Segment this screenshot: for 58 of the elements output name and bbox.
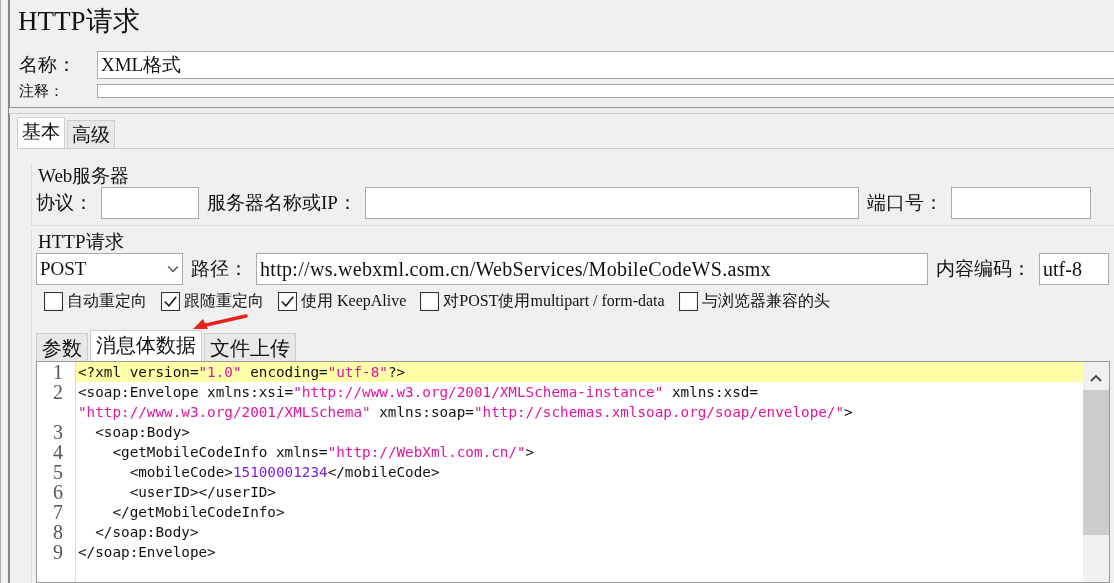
field-label: 注释： [18, 81, 65, 101]
code-editor[interactable] [36, 361, 1110, 583]
checkbox[interactable] [161, 292, 180, 311]
caret-icon [167, 265, 179, 273]
panel-title: HTTP请求 [17, 5, 141, 38]
field-label: 协议： [36, 191, 93, 215]
code-line: <soap:Envelope xmlns:xsi="http://www.w3.org/2001/XMLSchema-instance" xmlns:xsd= [77, 383, 759, 402]
code-line: </soap:Envelope> [77, 543, 217, 562]
encoding-field[interactable]: utf-8 [1039, 253, 1109, 285]
field-label: 路径： [191, 257, 248, 281]
tab[interactable]: 高级 [67, 120, 115, 148]
field-label: 名称： [18, 53, 77, 77]
path-field[interactable]: http://ws.webxml.com.cn/WebServices/MobileCodeWS.asmx [256, 253, 928, 285]
server-field[interactable] [364, 187, 859, 219]
name-field[interactable]: XML格式 [97, 51, 1114, 79]
code-line: </getMobileCodeInfo> [111, 503, 286, 522]
scrollbar[interactable] [1083, 362, 1109, 582]
annotation-arrow [192, 314, 248, 330]
line-number: 3 [52, 422, 64, 442]
code-line: <userID></userID> [128, 483, 277, 502]
code-line: <soap:Body> [94, 423, 191, 442]
checkbox[interactable] [420, 292, 440, 311]
line-number: 1 [52, 362, 64, 382]
code-line: <mobileCode>15100001234</mobileCode> [128, 463, 441, 482]
checkbox-label: 自动重定向 [67, 291, 147, 311]
line-number: 9 [52, 542, 64, 562]
checkbox-label: 对POST使用multipart / form-data [443, 291, 665, 312]
checkbox-label: 与浏览器兼容的头 [701, 291, 830, 311]
field-label: 服务器名称或IP： [207, 191, 357, 215]
line-number: 5 [52, 462, 64, 482]
line-number: 4 [52, 442, 64, 462]
code-line: "http://www.w3.org/2001/XMLSchema" xmlns:soap="http://schemas.xmlsoap.org/soap/envelope/"> [77, 403, 854, 422]
line-number: 8 [52, 522, 64, 542]
scroll-up-icon[interactable] [1090, 374, 1102, 382]
tab[interactable]: 消息体数据 [90, 330, 202, 361]
tab[interactable]: 基本 [17, 117, 65, 148]
line-number: 2 [52, 382, 64, 402]
port-field[interactable] [950, 187, 1091, 219]
tab[interactable]: 参数 [36, 333, 88, 361]
protocol-field[interactable] [101, 187, 199, 219]
method-dropdown[interactable]: POST [36, 253, 183, 285]
group-title: Web服务器 [38, 164, 131, 187]
code-line: <getMobileCodeInfo xmlns="http://WebXml.com.cn/"> [111, 443, 536, 462]
line-number: 7 [52, 502, 64, 522]
checkbox[interactable] [678, 292, 698, 311]
tab[interactable]: 文件上传 [204, 333, 296, 361]
field-label: 端口号： [866, 191, 943, 215]
splitter-bar[interactable] [9, 107, 1114, 114]
checkbox[interactable] [44, 292, 63, 311]
comment-field[interactable] [97, 84, 1114, 98]
field-label: 内容编码： [936, 257, 1031, 281]
code-line: </soap:Body> [94, 523, 200, 542]
checkbox-label: 跟随重定向 [184, 291, 264, 311]
line-number: 6 [52, 482, 64, 502]
checkbox[interactable] [278, 292, 297, 311]
checkbox-label: 使用 KeepAlive [301, 291, 407, 312]
group-title: HTTP请求 [38, 230, 125, 253]
scroll-thumb[interactable] [1083, 390, 1109, 535]
